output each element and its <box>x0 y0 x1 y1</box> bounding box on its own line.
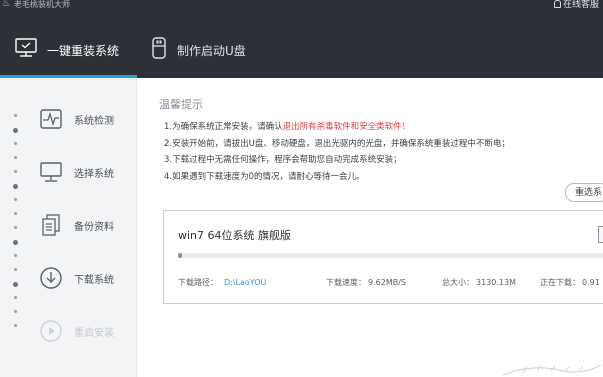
decorative-feather-icon <box>502 364 602 376</box>
download-progress-bar <box>178 253 603 258</box>
documents-icon <box>38 212 64 238</box>
online-support-link[interactable]: 在线客服 <box>553 0 599 10</box>
step-label: 备份资料 <box>74 221 114 233</box>
step-label: 选择系统 <box>74 168 114 180</box>
step-connector <box>13 114 19 334</box>
warning-text: 退出所有杀毒软件和安全类软件！ <box>282 122 411 132</box>
notice-item: 1.为确保系统正常安装，请确认退出所有杀毒软件和安全类软件！ <box>164 122 411 132</box>
reselect-system-button[interactable]: 重选系 <box>565 183 603 202</box>
notice-item: 2.安装开始前，请拔出U盘、移动硬盘，退出光驱内的光盘，并确保系统重装过程中不断… <box>164 138 510 149</box>
pulse-monitor-icon <box>38 106 64 132</box>
notice-list: 1.为确保系统正常安装，请确认退出所有杀毒软件和安全类软件！ 2.安装开始前，请… <box>164 119 510 185</box>
main-content: 温馨提示 1.为确保系统正常安装，请确认退出所有杀毒软件和安全类软件！ 2.安装… <box>137 78 603 377</box>
progress-fill <box>178 253 182 258</box>
usb-drive-icon <box>151 37 167 63</box>
panel-action-button[interactable] <box>598 226 603 243</box>
download-path: 下载路径： D:\LaoYOU <box>178 278 267 287</box>
step-label: 下载系统 <box>74 274 114 286</box>
tab-label: 一键重装系统 <box>47 43 120 58</box>
step-label: 系统检测 <box>74 115 114 127</box>
step-backup-data: 备份资料 <box>38 210 114 240</box>
step-sidebar: 系统检测 选择系统 备份资料 下载系统 重启安装 <box>0 78 137 377</box>
notice-item: 3.下载过程中无需任何操作，程序会帮助您自动完成系统安装； <box>164 155 402 165</box>
download-panel: win7 64位系统 旗舰版 下载路径： D:\LaoYOU 下载速度： 9.62M… <box>163 210 603 304</box>
step-label: 重启安装 <box>74 327 114 339</box>
app-title: 老毛桃装机大师 <box>14 0 70 9</box>
title-bar: ♨ 老毛桃装机大师 在线客服 <box>0 0 603 14</box>
step-download-system: 下载系统 <box>38 263 114 293</box>
download-status: 正在下载： 0.91 <box>540 278 600 287</box>
headset-icon <box>553 0 561 8</box>
system-name: win7 64位系统 旗舰版 <box>178 229 292 242</box>
monitor-icon <box>15 38 37 62</box>
total-size: 总大小： 3130.13M <box>442 278 516 287</box>
tab-label: 制作启动U盘 <box>177 43 246 58</box>
tab-one-click-reinstall[interactable]: 一键重装系统 <box>0 22 137 78</box>
notice-title: 温馨提示 <box>159 98 203 111</box>
notice-item: 4.如果遇到下载速度为0的情况，请耐心等待一会儿。 <box>164 171 365 182</box>
app-logo-icon: ♨ <box>2 0 11 9</box>
download-speed: 下载速度： 9.62MB/S <box>326 278 406 287</box>
step-select-system: 选择系统 <box>38 157 114 187</box>
tab-make-usb[interactable]: 制作启动U盘 <box>137 22 317 78</box>
online-support-label: 在线客服 <box>562 0 599 10</box>
step-system-check: 系统检测 <box>38 104 114 134</box>
desktop-icon <box>38 159 64 185</box>
download-path-value[interactable]: D:\LaoYOU <box>224 278 266 287</box>
restart-icon <box>38 318 64 344</box>
download-icon <box>38 265 64 291</box>
step-restart-install: 重启安装 <box>38 316 114 346</box>
